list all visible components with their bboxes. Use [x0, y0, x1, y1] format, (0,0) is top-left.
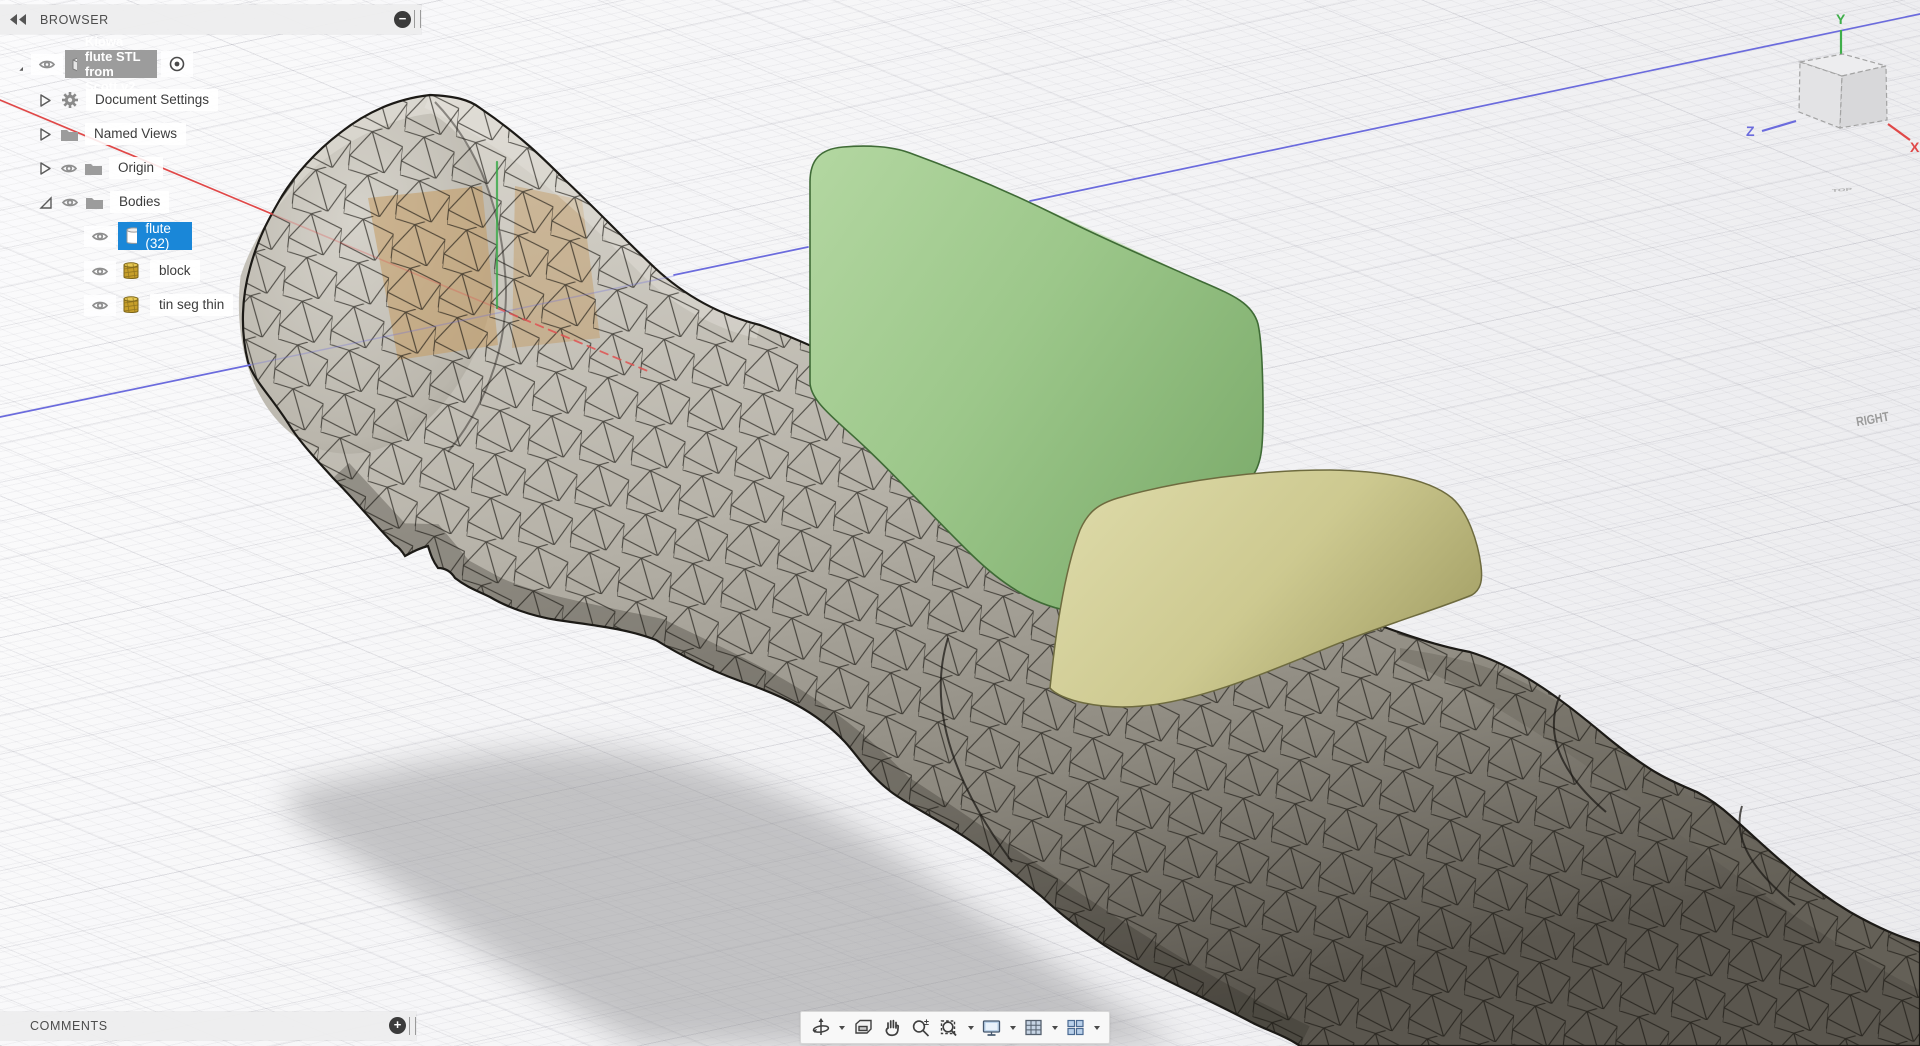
viewcube-axis-y-label: Y — [1836, 11, 1846, 27]
activate-component-radio[interactable] — [161, 51, 193, 77]
visibility-eye-icon[interactable] — [84, 295, 116, 316]
fit-icon[interactable] — [937, 1015, 963, 1041]
tree-row-origin[interactable]: Origin — [38, 154, 163, 182]
grid-and-snaps-icon[interactable] — [1021, 1015, 1047, 1041]
navigation-toolbar: ± — [800, 1011, 1110, 1044]
tree-row-document-settings[interactable]: Document Settings — [38, 86, 218, 114]
body-label: tin seg thin — [150, 294, 233, 316]
viewcube-right-label: RIGHT — [1855, 409, 1891, 430]
selected-body-item[interactable]: flute (32) — [118, 222, 192, 250]
viewports-dropdown-caret[interactable] — [1094, 1026, 1100, 1030]
root-document-label: Kiowa flute STL from Scott v2 — [85, 34, 147, 94]
viewcube-axis-x-label: X — [1910, 139, 1920, 155]
folder-icon — [85, 195, 104, 210]
fusion-viewport: Y Z X TOP FRONT RIGHT BROWSER − — [0, 0, 1920, 1046]
component-cube-icon — [69, 53, 76, 75]
add-comment-button[interactable]: + — [389, 1017, 406, 1034]
svg-text:±: ± — [924, 1017, 929, 1027]
browser-panel-title: BROWSER — [40, 13, 109, 27]
axis-z-line — [0, 365, 250, 417]
folder-icon — [60, 127, 79, 142]
body-label: flute (32) — [145, 221, 179, 251]
grid-dropdown-caret[interactable] — [1052, 1026, 1058, 1030]
tree-row-root[interactable]: Kiowa flute STL from Scott v2 — [18, 50, 195, 78]
visibility-eye-icon[interactable] — [60, 162, 78, 175]
tree-item-label: Document Settings — [86, 89, 218, 111]
mesh-body-gold-icon — [118, 292, 144, 318]
tree-row-bodies[interactable]: Bodies — [38, 188, 169, 216]
tree-row-named-views[interactable]: Named Views — [38, 120, 186, 148]
visibility-eye-icon[interactable] — [84, 261, 116, 282]
orbit-dropdown-caret[interactable] — [839, 1026, 845, 1030]
gear-icon — [60, 90, 80, 110]
fit-dropdown-caret[interactable] — [968, 1026, 974, 1030]
tree-item-label: Origin — [109, 157, 163, 179]
collapse-panel-icon[interactable] — [10, 14, 28, 25]
minimize-panel-button[interactable]: − — [394, 11, 411, 28]
viewcube-top-label: TOP — [1832, 187, 1853, 193]
pan-icon[interactable] — [879, 1015, 905, 1041]
tree-row-tin-seg-thin[interactable]: tin seg thin — [84, 291, 233, 319]
mesh-body-gold-icon — [118, 258, 144, 284]
expanded-arrow-icon[interactable] — [18, 57, 23, 72]
scene-canvas[interactable]: Y Z X TOP FRONT RIGHT — [0, 0, 1920, 1046]
viewcube-axis-z-label: Z — [1746, 123, 1755, 139]
zoom-icon[interactable]: ± — [908, 1015, 934, 1041]
look-at-icon[interactable] — [850, 1015, 876, 1041]
tree-item-label: Named Views — [85, 123, 186, 145]
view-cube[interactable]: Y Z X TOP FRONT RIGHT — [1746, 0, 1920, 430]
visibility-eye-icon[interactable] — [61, 196, 79, 209]
viewports-icon[interactable] — [1063, 1015, 1089, 1041]
comments-panel-title: COMMENTS — [30, 1019, 108, 1033]
panel-resize-grip[interactable] — [409, 1017, 416, 1035]
root-document-item[interactable]: Kiowa flute STL from Scott v2 — [65, 50, 157, 78]
comments-panel-header: COMMENTS + — [0, 1012, 416, 1040]
body-label: block — [150, 260, 200, 282]
display-settings-icon[interactable] — [979, 1015, 1005, 1041]
panel-resize-grip[interactable] — [414, 10, 421, 28]
expanded-arrow-icon[interactable] — [38, 195, 53, 210]
collapsed-arrow-icon[interactable] — [38, 93, 52, 108]
tree-row-block[interactable]: block — [84, 257, 200, 285]
visibility-eye-icon[interactable] — [84, 226, 116, 247]
viewcube-right-face — [1840, 66, 1887, 128]
collapsed-arrow-icon[interactable] — [38, 161, 52, 176]
tree-row-flute[interactable]: flute (32) — [84, 222, 192, 250]
orbit-icon[interactable] — [808, 1015, 834, 1041]
folder-icon — [84, 161, 103, 176]
collapsed-arrow-icon[interactable] — [38, 127, 52, 142]
visibility-eye-icon[interactable] — [31, 54, 63, 75]
browser-panel-header: BROWSER − — [0, 5, 421, 34]
display-dropdown-caret[interactable] — [1010, 1026, 1016, 1030]
mesh-body-white-icon — [122, 224, 137, 248]
tree-item-label: Bodies — [110, 191, 169, 213]
